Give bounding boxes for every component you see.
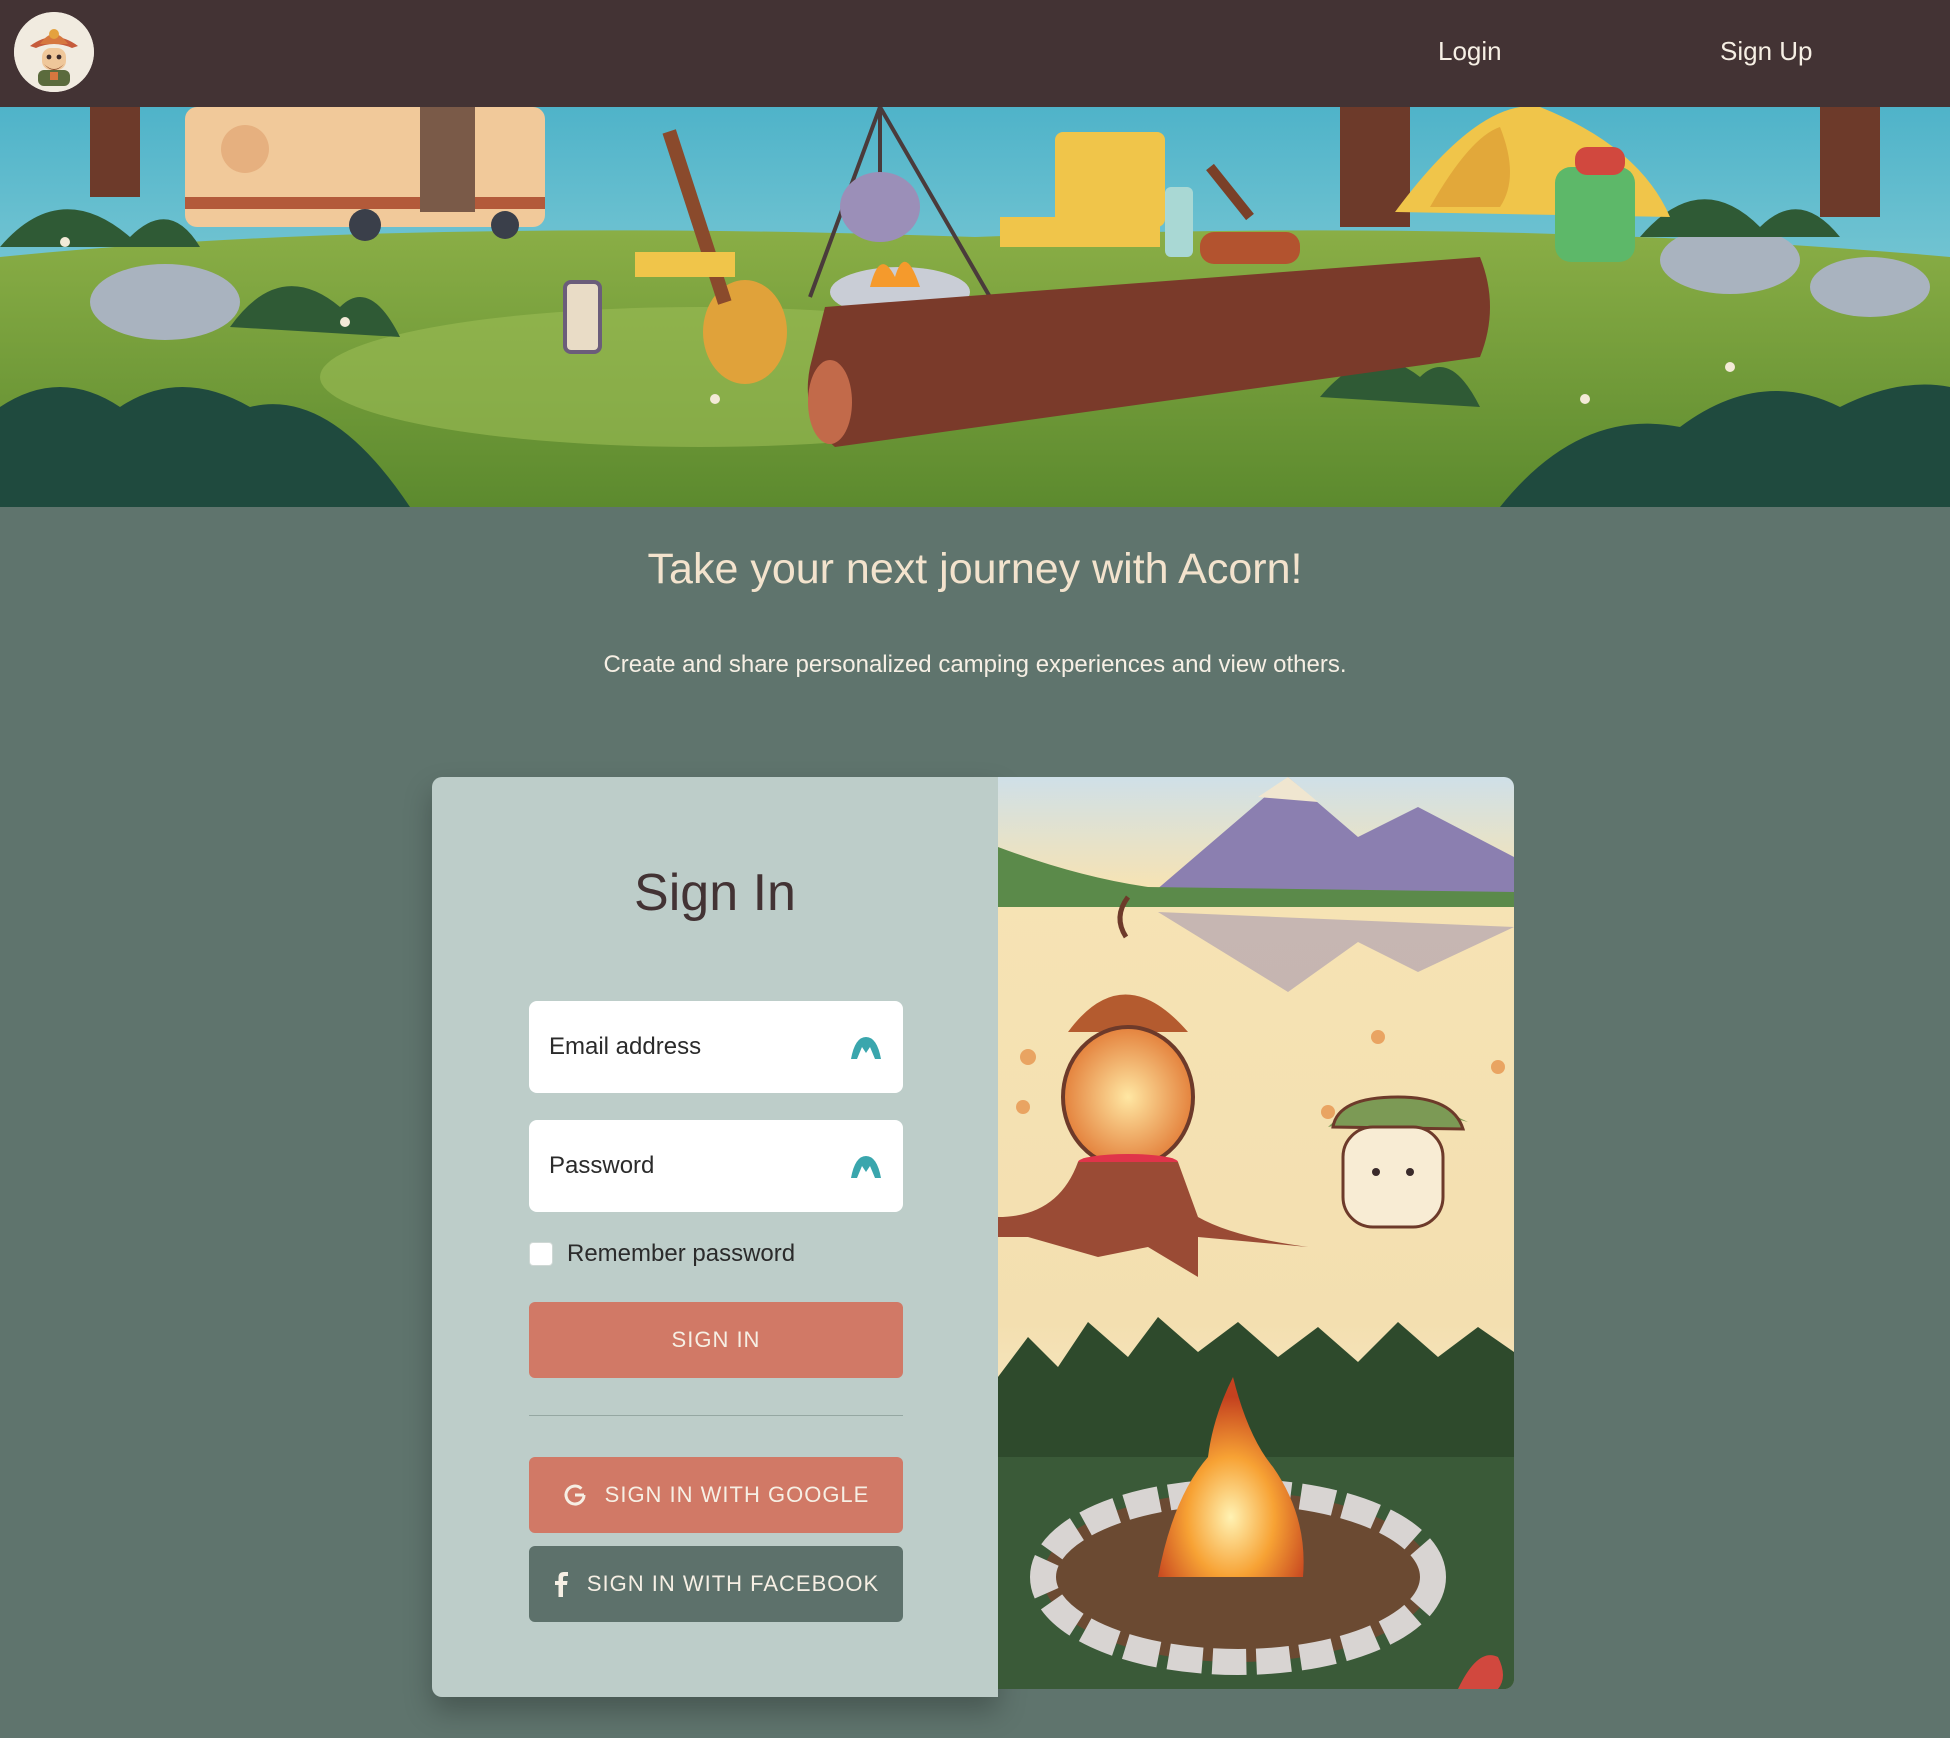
facebook-signin-button[interactable]: SIGN IN WITH FACEBOOK: [529, 1546, 903, 1622]
acorn-campfire-illustration: [998, 777, 1514, 1689]
campfire-artwork: [998, 777, 1514, 1689]
login-link[interactable]: Login: [1438, 36, 1502, 67]
facebook-icon: [553, 1571, 569, 1597]
password-placeholder: Password: [549, 1152, 655, 1179]
remember-password-row: Remember password: [529, 1240, 795, 1268]
email-field[interactable]: Email address: [529, 1001, 903, 1093]
facebook-signin-label: SIGN IN WITH FACEBOOK: [586, 1571, 880, 1596]
ranger-acorn-logo-icon: [14, 12, 94, 92]
signin-card: Sign In Email address Password Remember …: [432, 777, 1514, 1697]
page-headline: Take your next journey with Acorn!: [647, 545, 1303, 593]
acorn-logo[interactable]: [14, 12, 94, 92]
campsite-illustration: [0, 107, 1950, 507]
password-manager-icon[interactable]: [849, 1152, 883, 1180]
password-manager-icon[interactable]: [849, 1033, 883, 1061]
remember-password-label[interactable]: Remember password: [567, 1240, 795, 1268]
signup-link[interactable]: Sign Up: [1720, 36, 1813, 67]
divider: [529, 1415, 903, 1416]
hero-banner-illustration: [0, 107, 1950, 507]
top-navbar: Login Sign Up: [0, 0, 1950, 107]
page-subheadline: Create and share personalized camping ex…: [603, 651, 1347, 678]
google-signin-button[interactable]: SIGN IN WITH GOOGLE: [529, 1457, 903, 1533]
signin-form-panel: Sign In Email address Password Remember …: [432, 777, 998, 1697]
signin-title: Sign In: [634, 864, 796, 922]
google-signin-label: SIGN IN WITH GOOGLE: [604, 1482, 870, 1507]
google-icon: [563, 1483, 587, 1507]
remember-password-checkbox[interactable]: [529, 1242, 553, 1266]
password-field[interactable]: Password: [529, 1120, 903, 1212]
email-placeholder: Email address: [549, 1033, 702, 1060]
signin-button[interactable]: SIGN IN: [529, 1302, 903, 1378]
signin-button-label: SIGN IN: [671, 1327, 761, 1352]
